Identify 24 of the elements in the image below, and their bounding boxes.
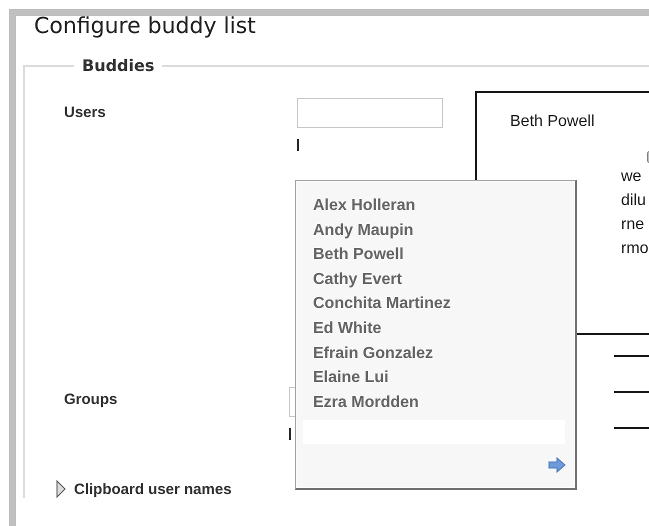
suggestion-item[interactable]: Ed White [313,316,575,342]
suggestion-item[interactable]: Alex Holleran [313,194,575,219]
field-label: Users [64,103,107,121]
page-title: Configure buddy list [34,16,257,38]
users-input-field[interactable] [297,98,443,128]
list-text: rmo [621,239,649,259]
suggestion-item[interactable]: Cathy Evert [313,268,575,292]
section-toggle-label[interactable]: Clipboard user names [74,480,232,498]
list-text: rne [621,215,646,235]
suggestion-item[interactable]: Efrain Gonzalez [313,342,575,366]
suggestion-item[interactable]: Andy Maupin [313,218,575,244]
suggestion-item[interactable]: Elaine Lui [313,366,575,391]
suggestion-item[interactable]: Ezra Mordden [313,390,575,416]
right-arrow-icon[interactable] [548,457,566,473]
text-cursor-icon [297,139,299,151]
list-text: we [621,167,642,187]
fieldset-legend: Buddies [74,56,162,75]
text-cursor-icon [289,428,291,440]
selected-user: Beth Powell [510,113,596,131]
field-label: Groups [64,390,118,408]
collapsed-triangle-icon[interactable] [56,480,66,498]
suggestion-item[interactable]: Beth Powell [313,243,575,268]
list-text: dilu [621,191,647,211]
suggestion-item[interactable]: Conchita Martinez [313,292,575,317]
